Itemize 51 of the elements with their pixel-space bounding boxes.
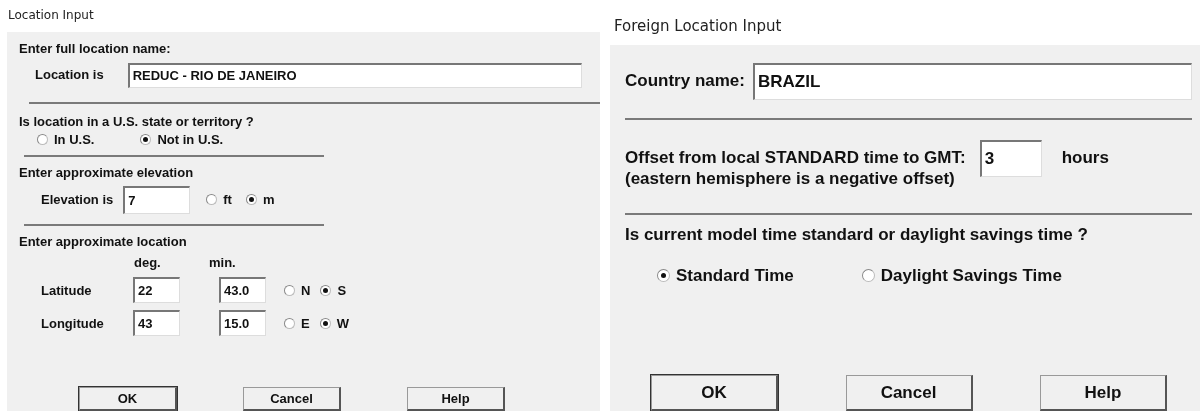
radio-dot[interactable] [861,269,875,283]
radio-button[interactable]: S [320,282,347,298]
field-label: Country name: [625,71,745,92]
elevation-field[interactable]: 7 [123,185,191,214]
field-label: Offset from local STANDARD time to GMT: [625,148,966,169]
radio-dot[interactable] [657,269,670,283]
country-field[interactable]: BRAZIL [752,63,1192,100]
radio-button[interactable]: In U.S. [37,132,95,148]
radio-button[interactable]: N [284,282,311,298]
row-label: Longitude [41,315,104,331]
section-heading: Enter approximate elevation [19,165,195,181]
column-heading: min. [209,255,236,271]
section-heading: Enter full location name: [19,41,172,57]
degrees-field[interactable]: 43 [133,310,180,337]
section-heading: Enter approximate location [19,233,188,250]
dialog-button[interactable]: Cancel [243,387,341,411]
radio-dot[interactable] [284,317,295,329]
question-text: Is current model time standard or daylight savings time ? [625,225,1089,246]
dialog-button[interactable]: Help [1040,375,1167,411]
dialog-button[interactable]: OK [79,387,177,411]
offset-field[interactable]: 3 [979,140,1042,177]
question-text: Is location in a U.S. state or territory ? [19,113,255,130]
radio-dot[interactable] [140,134,152,146]
minutes-field[interactable]: 43.0 [219,277,266,304]
radio-button[interactable]: Not in U.S. [140,132,224,148]
dialog-button[interactable]: OK [651,375,778,411]
radio-button[interactable]: W [319,315,349,331]
window-title: Foreign Location Input [613,16,783,37]
radio-button[interactable]: Standard Time [657,265,794,286]
radio-dot[interactable] [245,194,257,206]
radio-button[interactable]: m [245,192,275,208]
location-field[interactable]: REDUC - RIO DE JANEIRO [127,62,582,88]
minutes-field[interactable]: 15.0 [219,310,266,337]
radio-dot[interactable] [284,284,295,296]
radio-dot[interactable] [206,194,218,206]
radio-button[interactable]: ft [206,192,232,208]
hint-text: (eastern hemisphere is a negative offset) [625,169,956,190]
column-heading: deg. [134,255,161,271]
degrees-field[interactable]: 22 [133,277,180,304]
radio-button[interactable]: Daylight Savings Time [861,265,1062,286]
radio-dot[interactable] [37,134,48,146]
row-label: Latitude [41,282,92,298]
radio-dot[interactable] [319,317,331,329]
field-label: Elevation is [41,192,114,208]
radio-dot[interactable] [320,284,332,296]
dialog-button[interactable]: Cancel [845,375,973,411]
dialog-button[interactable]: Help [407,387,505,411]
field-label: Location is [35,67,104,83]
unit-label: hours [1061,148,1109,169]
window-title: Location Input [7,7,95,24]
radio-button[interactable]: E [284,315,310,331]
